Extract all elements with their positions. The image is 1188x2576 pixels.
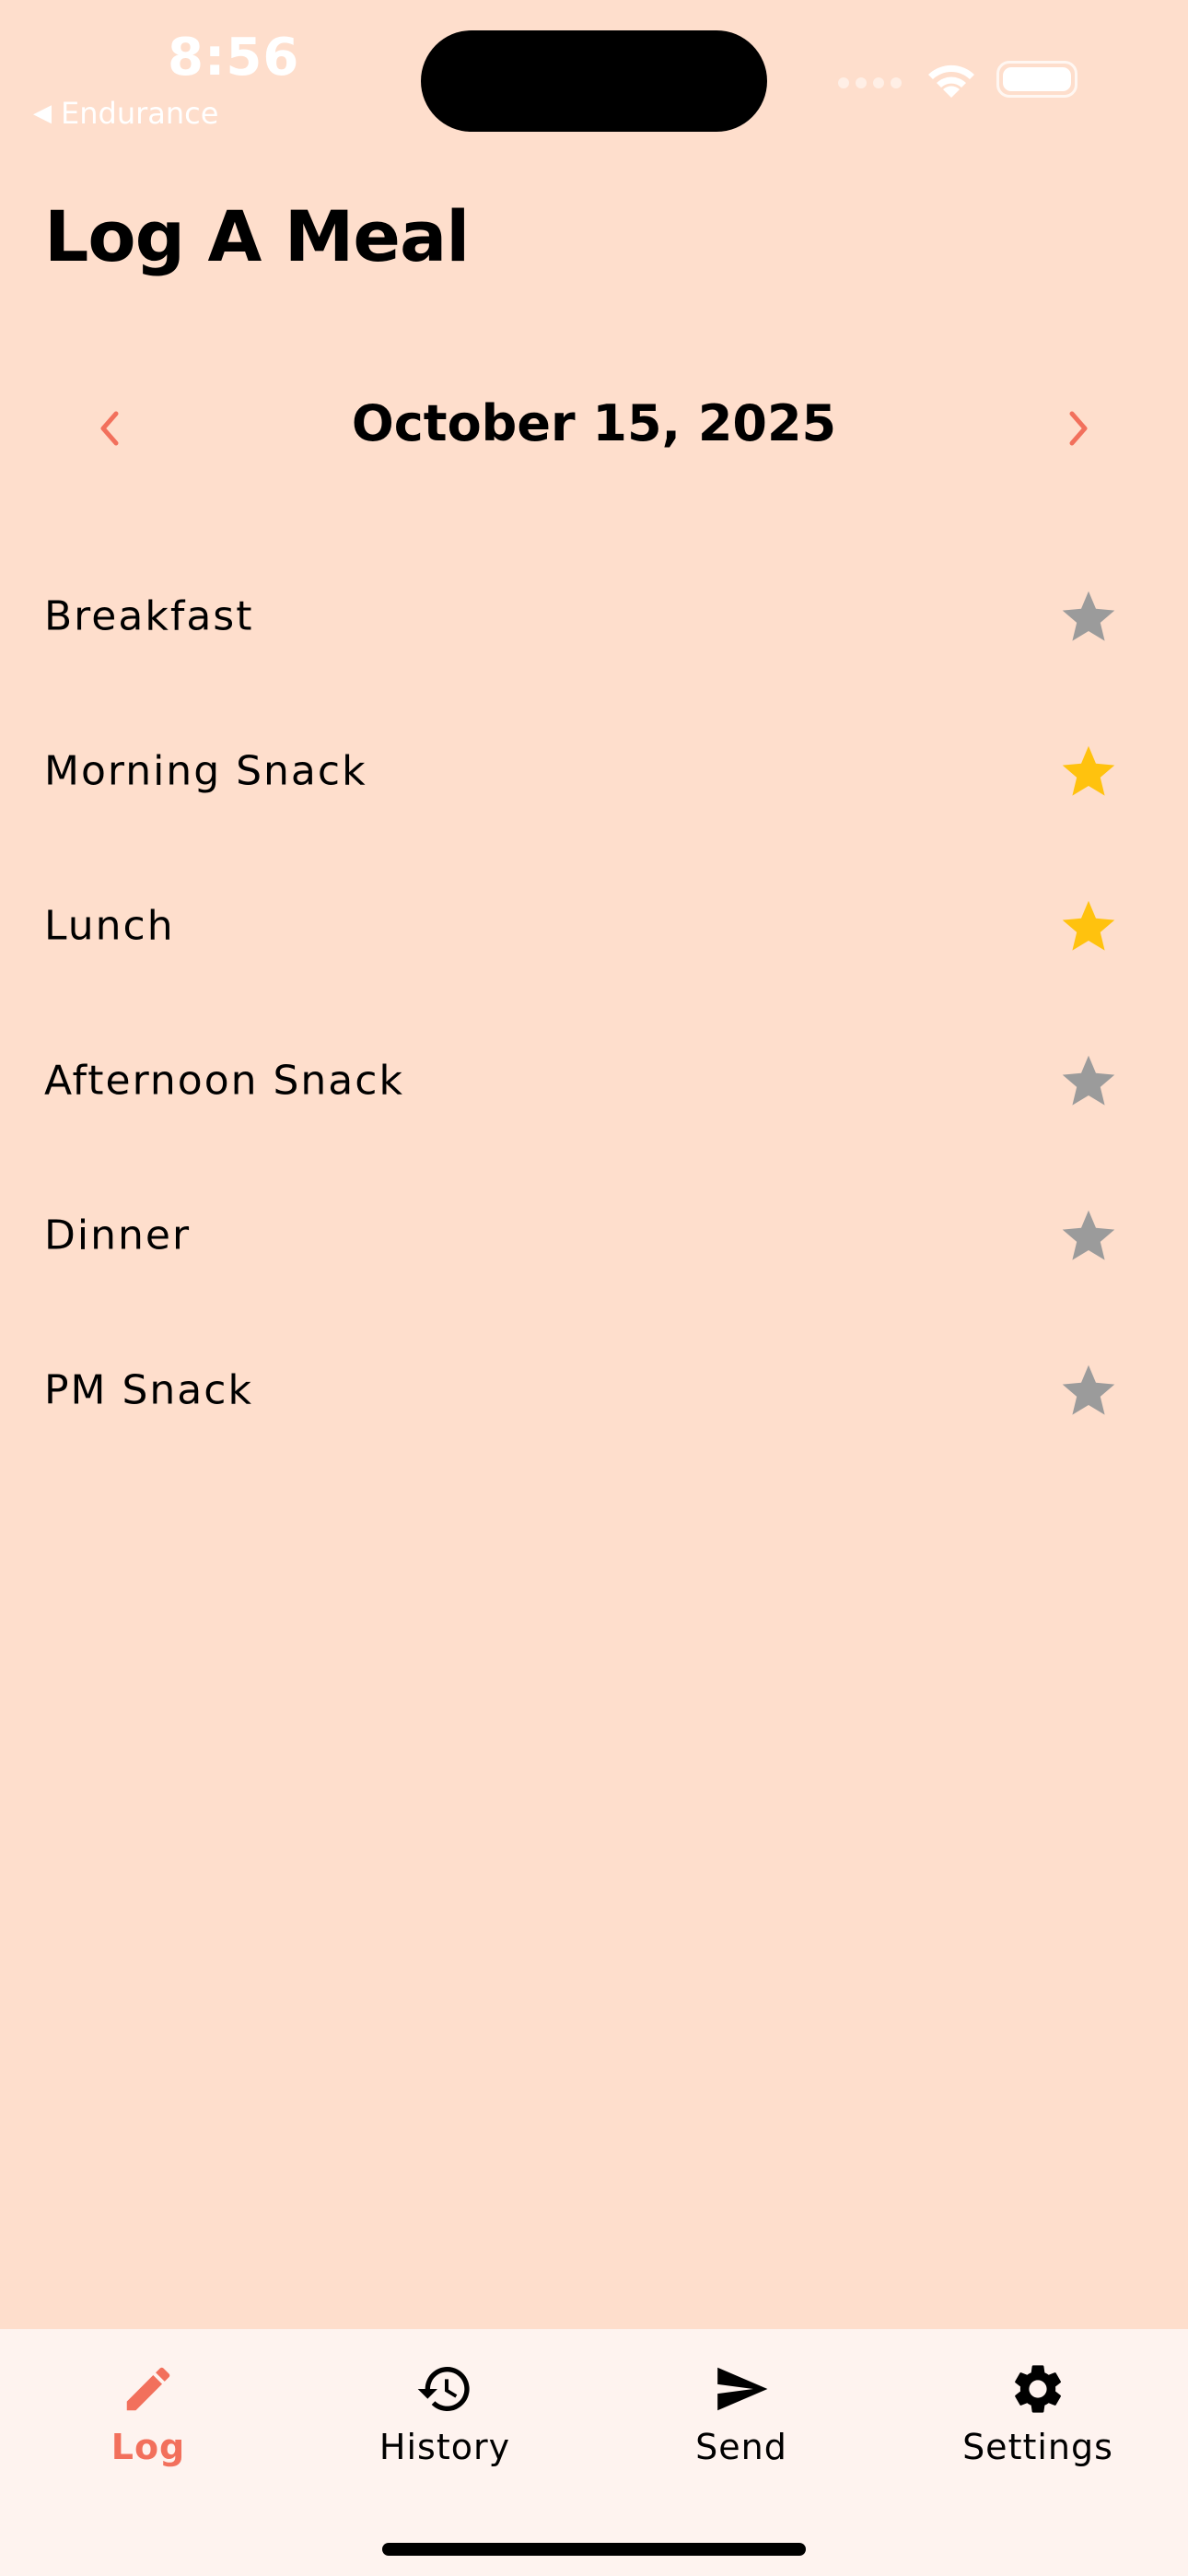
star-icon[interactable] <box>1059 1206 1118 1265</box>
tab-history[interactable]: History <box>297 2357 593 2486</box>
pencil-icon <box>126 2367 170 2411</box>
wifi-icon <box>928 64 974 98</box>
chevron-right-icon <box>1069 411 1088 446</box>
meal-row-dinner[interactable]: Dinner <box>0 1158 1188 1313</box>
page-title: Log A Meal <box>44 195 470 277</box>
tab-bar: Log History Send Settings <box>0 2329 1188 2576</box>
meal-row-morning-snack[interactable]: Morning Snack <box>0 694 1188 849</box>
back-to-app-link[interactable]: ◀ Endurance <box>33 96 218 131</box>
back-app-label: Endurance <box>61 96 219 131</box>
star-icon[interactable] <box>1059 742 1118 801</box>
cellular-signal-icon <box>838 77 902 88</box>
next-day-button[interactable] <box>1046 396 1111 461</box>
star-icon[interactable] <box>1059 1361 1118 1420</box>
home-indicator <box>382 2543 806 2556</box>
tab-log[interactable]: Log <box>0 2357 297 2486</box>
send-icon <box>717 2367 768 2411</box>
meal-row-pm-snack[interactable]: PM Snack <box>0 1313 1188 1468</box>
tab-label: Send <box>695 2427 787 2467</box>
current-date: October 15, 2025 <box>351 394 837 452</box>
meal-label: Lunch <box>44 902 175 950</box>
back-triangle-icon: ◀ <box>33 100 52 127</box>
meal-row-lunch[interactable]: Lunch <box>0 849 1188 1003</box>
star-icon[interactable] <box>1059 896 1118 955</box>
meal-row-breakfast[interactable]: Breakfast <box>0 539 1188 694</box>
tab-settings[interactable]: Settings <box>890 2357 1186 2486</box>
meal-label: Breakfast <box>44 592 254 640</box>
star-icon[interactable] <box>1059 587 1118 646</box>
dynamic-island <box>421 30 767 132</box>
battery-icon <box>996 61 1077 98</box>
date-navigator: October 15, 2025 <box>0 387 1188 470</box>
meal-label: Afternoon Snack <box>44 1057 404 1105</box>
meal-label: PM Snack <box>44 1366 253 1414</box>
history-icon <box>417 2367 470 2411</box>
tab-send[interactable]: Send <box>593 2357 890 2486</box>
meal-row-afternoon-snack[interactable]: Afternoon Snack <box>0 1003 1188 1158</box>
status-indicators <box>838 57 1087 103</box>
gear-icon <box>1015 2365 1061 2413</box>
tab-label: Settings <box>962 2427 1113 2467</box>
tab-label: Log <box>111 2427 186 2467</box>
meal-label: Dinner <box>44 1212 192 1259</box>
status-time: 8:56 <box>168 28 300 88</box>
tab-label: History <box>379 2427 511 2467</box>
meal-list: Breakfast Morning Snack Lunch Afternoon … <box>0 539 1188 1468</box>
meal-label: Morning Snack <box>44 747 367 795</box>
star-icon[interactable] <box>1059 1051 1118 1110</box>
